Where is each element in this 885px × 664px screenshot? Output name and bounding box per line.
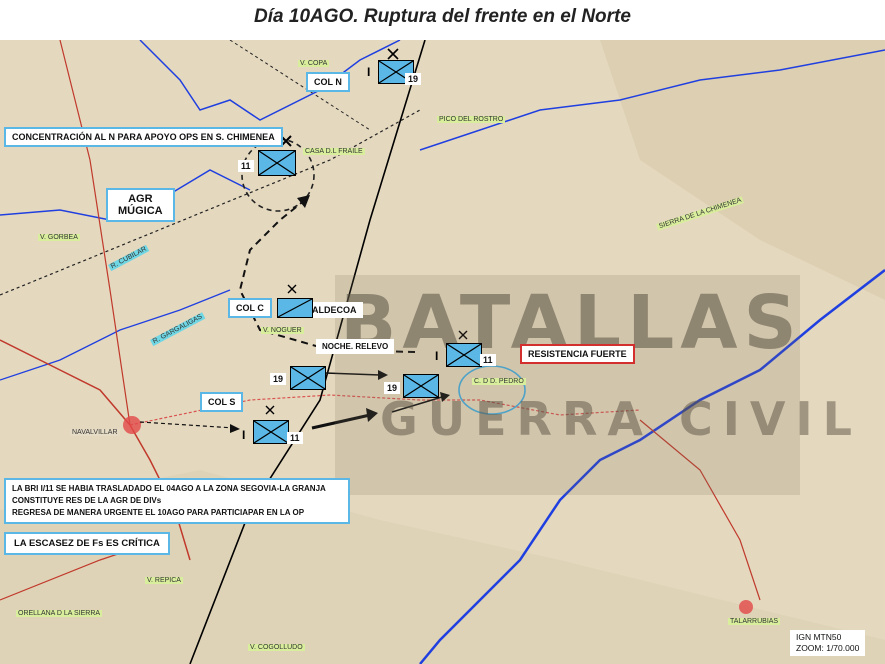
scale-info: IGN MTN50 ZOOM: 1/70.000 xyxy=(790,630,866,656)
place-v-gorbea: V. GORBEA xyxy=(38,234,80,241)
info-line1: LA BRI I/11 SE HABIA TRASLADADO EL 04AGO… xyxy=(12,484,326,493)
info-line2: CONSTITUYE RES DE LA AGR DE DIVs xyxy=(12,496,162,505)
place-casa-fraile: CASA D.L FRAILE xyxy=(303,148,365,155)
scale-line2: ZOOM: 1/70.000 xyxy=(796,643,860,653)
info-line3: REGRESA DE MANERA URGENTE EL 10AGO PARA … xyxy=(12,508,305,517)
unit-col-s[interactable] xyxy=(253,420,289,444)
place-pico-rostro: PICO DEL ROSTRO xyxy=(437,116,506,123)
label-agr-line1: AGR xyxy=(128,193,153,205)
place-talarrubias: TALARRUBIAS xyxy=(728,618,781,625)
unit-top-size: 19 xyxy=(405,73,422,85)
unit-noche-size: 11 xyxy=(480,354,496,366)
label-col-n: COL N xyxy=(306,72,350,92)
label-agr-mugica: AGR MÚGICA xyxy=(106,188,175,222)
label-noche-relevo: NOCHE. RELEVO xyxy=(316,339,395,354)
label-aldecoa: ALDECOA xyxy=(306,302,363,318)
unit-noche-echelon: I xyxy=(435,349,439,363)
watermark-subtext: GUERRA CIVIL xyxy=(380,392,862,446)
label-col-c: COL C xyxy=(228,298,272,318)
unit-19-east[interactable] xyxy=(403,374,439,398)
place-v-repica: V. REPICA xyxy=(145,577,183,584)
unit-col-c-aldecoa[interactable] xyxy=(277,298,313,318)
place-v-noguer: V. NOGUER xyxy=(261,327,304,334)
unit-s-echelon: I xyxy=(242,428,246,442)
place-orellana: ORELLANA D LA SIERRA xyxy=(16,610,103,617)
page-title: Día 10AGO. Ruptura del frente en el Nort… xyxy=(254,6,631,27)
place-navalvillar: NAVALVILLAR xyxy=(70,429,120,436)
unit-19-west[interactable] xyxy=(290,366,326,390)
note-escasez: LA ESCASEZ DE Fs ES CRÍTICA xyxy=(4,532,170,555)
unit-19a-size: 19 xyxy=(270,373,287,385)
unit-concentracion-division[interactable] xyxy=(258,150,296,176)
label-agr-line2: MÚGICA xyxy=(118,205,163,217)
label-col-s: COL S xyxy=(200,392,244,412)
place-v-copa: V. COPA xyxy=(298,60,330,67)
info-box-bri: LA BRI I/11 SE HABIA TRASLADADO EL 04AGO… xyxy=(4,478,350,524)
scale-line1: IGN MTN50 xyxy=(796,632,842,642)
unit-19b-size: 19 xyxy=(384,382,401,394)
unit-conc-size: 11 xyxy=(238,160,254,172)
place-c-d-pedro: C. D D. PEDRO xyxy=(472,378,526,385)
place-v-cogolludo: V. COGOLLUDO xyxy=(248,644,305,651)
map-area[interactable]: BATALLAS GUERRA CIVIL V. COPA PICO DEL R… xyxy=(0,40,885,664)
unit-noche-relevo[interactable] xyxy=(446,343,482,367)
label-concentracion: CONCENTRACIÓN AL N PARA APOYO OPS EN S. … xyxy=(4,127,283,147)
label-resistencia-fuerte: RESISTENCIA FUERTE xyxy=(520,344,635,364)
unit-s-size: 11 xyxy=(287,432,303,444)
unit-top-echelon: I xyxy=(367,65,371,79)
